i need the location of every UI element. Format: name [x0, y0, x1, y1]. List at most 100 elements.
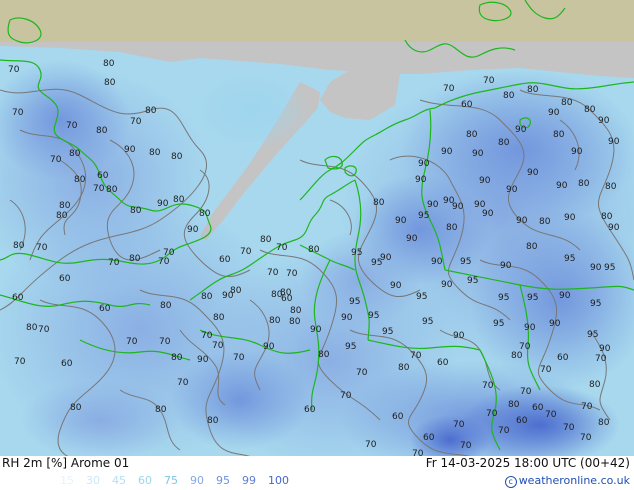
contour-label: 80 — [269, 316, 281, 326]
contour-label: 70 — [36, 243, 48, 253]
contour-label: 95 — [368, 311, 379, 321]
contour-label: 80 — [601, 212, 613, 222]
contour-label: 80 — [318, 350, 330, 360]
contour-label: 80 — [74, 175, 86, 185]
contour-label: 80 — [145, 106, 157, 116]
contour-label: 70 — [240, 247, 252, 257]
contour-label: 70 — [410, 351, 422, 361]
contour-label: 90 — [415, 175, 427, 185]
contour-label: 95 — [493, 319, 504, 329]
contour-label: 70 — [14, 357, 26, 367]
contour-label: 80 — [69, 149, 81, 159]
contour-label: 80 — [466, 130, 478, 140]
contour-label: 70 — [130, 117, 142, 127]
contour-label: 80 — [103, 59, 115, 69]
contour-label: 90 — [197, 355, 209, 365]
contour-label: 70 — [365, 440, 377, 450]
contour-label: 95 — [590, 299, 601, 309]
contour-label: 80 — [155, 405, 167, 415]
contour-label: 90 — [431, 257, 443, 267]
contour-label: 80 — [308, 245, 320, 255]
contour-label: 95 — [371, 258, 382, 268]
contour-label: 80 — [498, 138, 510, 148]
copyright-text: weatheronline.co.uk — [518, 474, 630, 487]
contour-label: 90 — [482, 209, 494, 219]
contour-label: 90 — [506, 185, 518, 195]
contour-label: 80 — [130, 206, 142, 216]
contour-label: 90 — [479, 176, 491, 186]
contour-label: 90 — [418, 159, 430, 169]
legend-value: 60 — [138, 474, 152, 487]
contour-label: 80 — [290, 306, 302, 316]
contour-label: 80 — [173, 195, 185, 205]
contour-label: 70 — [545, 410, 557, 420]
contour-label: 70 — [93, 184, 105, 194]
contour-label: 60 — [59, 274, 71, 284]
contour-label: 95 — [587, 330, 598, 340]
contour-label: 70 — [356, 368, 368, 378]
contour-label: 95 — [564, 254, 575, 264]
contour-label: 95 — [345, 342, 356, 352]
contour-label: 70 — [580, 433, 592, 443]
valid-time: Fr 14-03-2025 18:00 UTC (00+42) — [425, 456, 630, 470]
legend-value: 15 — [60, 474, 74, 487]
contour-label: 80 — [589, 380, 601, 390]
contour-label: 70 — [38, 325, 50, 335]
contour-label: 70 — [595, 354, 607, 364]
contour-label: 90 — [599, 344, 611, 354]
contour-label: 90 — [453, 331, 465, 341]
contour-label: 60 — [516, 416, 528, 426]
contour-label: 90 — [395, 216, 407, 226]
contour-label: 80 — [70, 403, 82, 413]
contour-label: 80 — [289, 317, 301, 327]
contour-label: 95 — [416, 292, 427, 302]
contour-label: 70 — [66, 121, 78, 131]
contour-label: 80 — [129, 254, 141, 264]
contour-label: 90 — [556, 181, 568, 191]
map-title: RH 2m [%] Arome 01 — [2, 456, 130, 470]
copyright-link[interactable]: c weatheronline.co.uk — [504, 474, 630, 488]
contour-label: 80 — [13, 241, 25, 251]
contour-label: 90 — [187, 225, 199, 235]
contour-label: 95 — [349, 297, 360, 307]
contour-label: 60 — [61, 359, 73, 369]
contour-label: 80 — [207, 416, 219, 426]
contour-label: 70 — [443, 84, 455, 94]
contour-label: 80 — [260, 235, 272, 245]
contour-label: 90 — [427, 200, 439, 210]
contour-label: 70 — [520, 387, 532, 397]
copyright-icon: c — [504, 476, 517, 488]
contour-label: 80 — [213, 313, 225, 323]
contour-label: 80 — [26, 323, 38, 333]
contour-label: 70 — [563, 423, 575, 433]
contour-label: 95 — [382, 327, 393, 337]
contour-label: 70 — [498, 426, 510, 436]
contour-label: 60 — [99, 304, 111, 314]
map-canvas: 708070807080807060807080 90 80808070808080… — [0, 0, 634, 470]
contour-label: 90 — [564, 213, 576, 223]
contour-label: 60 — [219, 255, 231, 265]
legend-value: 99 — [242, 474, 256, 487]
contour-label: 80 — [201, 292, 213, 302]
contour-label: 80 — [171, 152, 183, 162]
contour-label: 70 — [460, 441, 472, 451]
legend-values: 15 30 45 60 75 90 95 99 100 — [60, 474, 301, 487]
weather-map: 70 80 70 80 70 80 80 70 60 80 70 80 90 80 80 80 70 80 80 80… — [0, 0, 634, 470]
contour-label: 80 — [106, 185, 118, 195]
contour-label: 90 — [548, 108, 560, 118]
contour-label: 70 — [233, 353, 245, 363]
contour-label: 95 — [604, 263, 615, 273]
contour-label: 70 — [159, 337, 171, 347]
contour-label: 80 — [598, 418, 610, 428]
contour-label: 90 — [263, 342, 275, 352]
contour-label: 70 — [453, 420, 465, 430]
contour-label: 60 — [437, 358, 449, 368]
contour-label: 95 — [351, 248, 362, 258]
contour-label: 70 — [286, 269, 298, 279]
contour-label: 70 — [158, 257, 170, 267]
legend-value: 90 — [190, 474, 204, 487]
contour-label: 95 — [460, 257, 471, 267]
contour-label: 90 — [310, 325, 322, 335]
contour-label: 80 — [553, 130, 565, 140]
contour-label: 80 — [398, 363, 410, 373]
